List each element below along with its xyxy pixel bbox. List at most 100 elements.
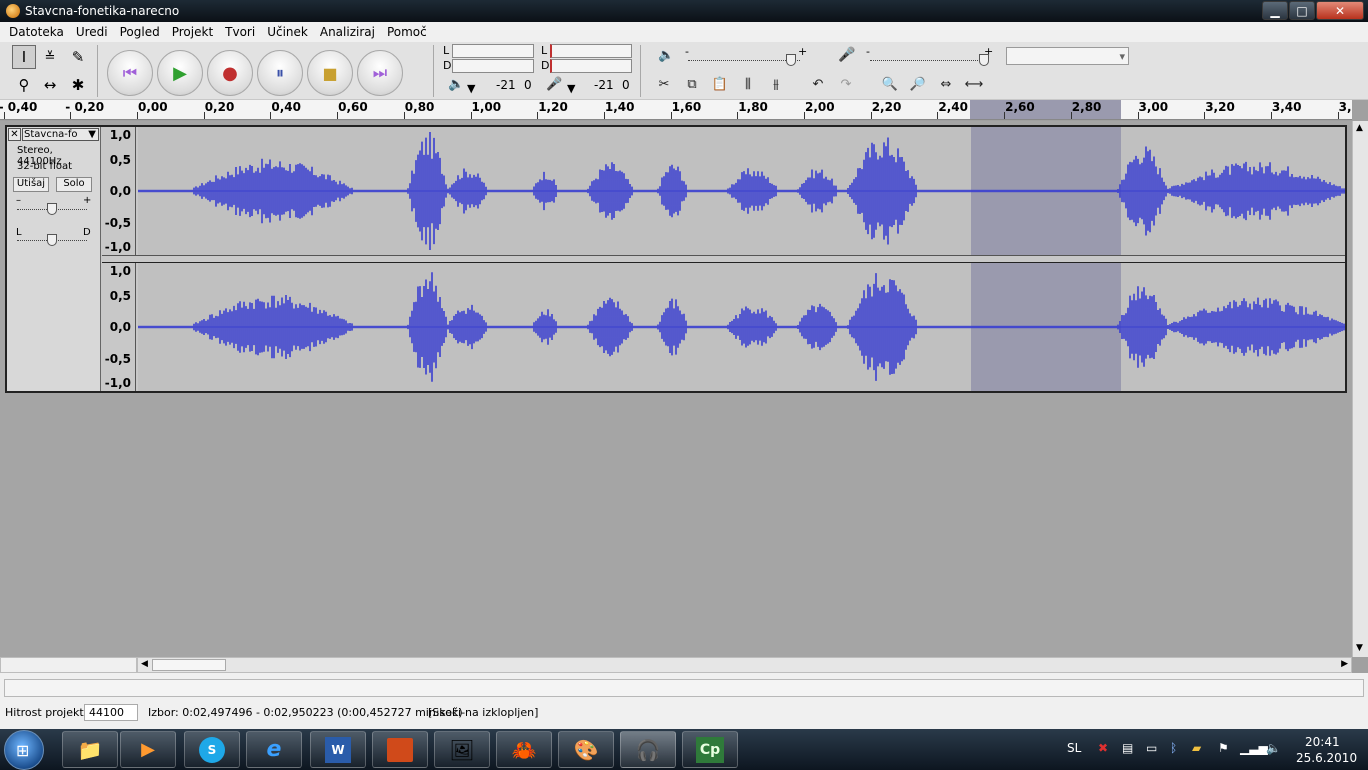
menu-effect[interactable]: Učinek (261, 25, 314, 39)
silence-icon[interactable]: ⫵ (764, 73, 788, 95)
fit-selection-icon[interactable]: ⇔ (934, 73, 958, 95)
language-indicator[interactable]: SL (1067, 741, 1081, 755)
tray-network-card-icon[interactable]: ▭ (1146, 741, 1157, 755)
paste-icon[interactable]: 📋 (708, 73, 732, 95)
record-meter-dropdown-icon[interactable]: ▼ (567, 82, 575, 95)
scroll-right-icon[interactable]: ▶ (1341, 659, 1348, 669)
skip-end-button[interactable]: ⏭ (357, 50, 403, 96)
undo-icon[interactable]: ↶ (806, 73, 830, 95)
project-rate-field[interactable]: 44100 (84, 704, 138, 721)
tray-folder-icon[interactable]: ▰ (1192, 741, 1201, 755)
ruler-tick-label: 1,80 (738, 100, 768, 114)
output-volume-slider-thumb[interactable] (786, 54, 796, 66)
action-center-flag-icon[interactable]: ⚑ (1218, 741, 1229, 755)
redo-icon[interactable]: ↷ (834, 73, 858, 95)
tray-alert-icon[interactable]: ✖ (1098, 741, 1108, 755)
play-button[interactable]: ▶ (157, 50, 203, 96)
input-volume-slider[interactable] (870, 60, 988, 61)
timeline-ruler[interactable]: - 0,40- 0,20 0,00 0,20 0,40 0,60 0,80 1,00 1,20… (0, 100, 1352, 120)
left-channel-waveform[interactable] (138, 127, 1345, 255)
start-button[interactable]: ⊞ (4, 730, 44, 770)
taskbar-internet-explorer[interactable]: e (246, 731, 302, 768)
output-volume-slider[interactable] (688, 60, 800, 61)
close-button[interactable]: ✕ (1316, 1, 1364, 20)
menu-analyze[interactable]: Analiziraj (314, 25, 381, 39)
record-button[interactable]: ● (207, 50, 253, 96)
vertical-scrollbar[interactable]: ▲ ▼ (1352, 121, 1368, 657)
menu-project[interactable]: Projekt (166, 25, 219, 39)
draw-tool-icon[interactable]: ✎ (66, 45, 90, 69)
scroll-left-icon[interactable]: ◀ (141, 659, 148, 669)
taskbar-image-viewer[interactable]: 🖼 (434, 731, 490, 768)
stop-button[interactable]: ■ (307, 50, 353, 96)
taskbar-audacity[interactable]: 🎧 (620, 731, 676, 768)
clock-time[interactable]: 20:41 (1305, 735, 1340, 749)
taskbar-word[interactable]: W (310, 731, 366, 768)
bluetooth-icon[interactable]: ᛒ (1170, 741, 1177, 755)
maximize-button[interactable]: □ (1289, 1, 1315, 20)
zoom-in-icon[interactable]: 🔍 (878, 73, 902, 95)
taskbar-explorer[interactable]: 📁 (62, 731, 118, 768)
record-meter-left (550, 44, 632, 58)
mute-button[interactable]: Utišaj (13, 177, 49, 192)
volume-icon[interactable]: 🔈 (1266, 741, 1281, 755)
scale-label: 1,0 (109, 264, 131, 278)
gain-slider-thumb[interactable] (47, 203, 57, 215)
zoom-out-icon[interactable]: 🔎 (906, 73, 930, 95)
pause-icon: ⏸ (275, 63, 284, 82)
input-volume-slider-thumb[interactable] (979, 54, 989, 66)
menu-generate[interactable]: Tvori (219, 25, 261, 39)
microphone-icon[interactable]: 🎤 (546, 77, 562, 92)
taskbar-crab-app[interactable]: 🦀 (496, 731, 552, 768)
tray-device-icon[interactable]: ▤ (1122, 741, 1133, 755)
scale-label: -1,0 (104, 376, 131, 390)
taskbar-paint[interactable]: 🎨 (558, 731, 614, 768)
ruler-tick (1270, 112, 1272, 119)
scale-label: -0,5 (104, 216, 131, 230)
copy-icon[interactable]: ⧉ (680, 73, 704, 95)
record-meter-right (550, 59, 632, 73)
scroll-up-icon[interactable]: ▲ (1356, 123, 1363, 133)
menu-view[interactable]: Pogled (114, 25, 166, 39)
ruler-tick (1204, 112, 1206, 119)
solo-button[interactable]: Solo (56, 177, 92, 192)
input-device-dropdown-icon: ▾ (1119, 50, 1125, 63)
windows-taskbar: ⊞ 📁 ▶ S e W 🖼 🦀 🎨 🎧 Cp SL ✖ ▤ ▭ ᛒ ▰ ⚑ ▁▃… (0, 729, 1368, 770)
ruler-tick-label: 2,60 (1005, 100, 1035, 114)
record-meter-right-label: D (541, 59, 550, 72)
input-device-select[interactable]: ▾ (1006, 47, 1129, 65)
speaker-icon[interactable]: 🔈 (448, 77, 464, 92)
right-channel-waveform[interactable] (138, 263, 1345, 391)
selection-tool-icon[interactable]: I (12, 45, 36, 69)
minimize-button[interactable]: ▁ (1262, 1, 1288, 20)
track-close-button[interactable]: ✕ (8, 128, 21, 141)
taskbar-skype[interactable]: S (184, 731, 240, 768)
menu-help[interactable]: Pomoč (381, 25, 433, 39)
taskbar-media-player[interactable]: ▶ (120, 731, 176, 768)
skip-start-button[interactable]: ⏮ (107, 50, 153, 96)
multi-tool-icon[interactable]: ✱ (66, 73, 90, 97)
clock-date[interactable]: 25.6.2010 (1296, 751, 1357, 765)
taskbar-powerpoint[interactable] (372, 731, 428, 768)
trim-icon[interactable]: ⫼ (736, 73, 760, 95)
pan-slider-thumb[interactable] (47, 234, 57, 246)
cut-icon[interactable]: ✂ (652, 73, 676, 95)
horizontal-scrollbar[interactable]: ◀ ▶ (137, 657, 1352, 673)
track-name-menu[interactable]: Stavcna-fo ▼ (22, 128, 99, 141)
zoom-tool-icon[interactable]: ⚲ (12, 73, 36, 97)
fit-project-icon[interactable]: ⟷ (962, 73, 986, 95)
playback-meter-dropdown-icon[interactable]: ▼ (467, 82, 475, 95)
signal-strength-icon[interactable]: ▁▃▅ (1240, 741, 1268, 755)
timeshift-tool-icon[interactable]: ↔ (38, 73, 62, 97)
taskbar-captivate[interactable]: Cp (682, 731, 738, 768)
ruler-tick-label: 2,40 (938, 100, 968, 114)
scale-label: 0,5 (109, 153, 131, 167)
menu-edit[interactable]: Uredi (70, 25, 114, 39)
horizontal-scroll-thumb[interactable] (152, 659, 226, 671)
pause-button[interactable]: ⏸ (257, 50, 303, 96)
scroll-down-icon[interactable]: ▼ (1356, 643, 1363, 653)
envelope-tool-icon[interactable]: ≚ (38, 45, 62, 69)
crab-icon: 🦀 (511, 737, 537, 762)
menu-file[interactable]: Datoteka (3, 25, 70, 39)
scale-label: 0,0 (109, 320, 131, 334)
